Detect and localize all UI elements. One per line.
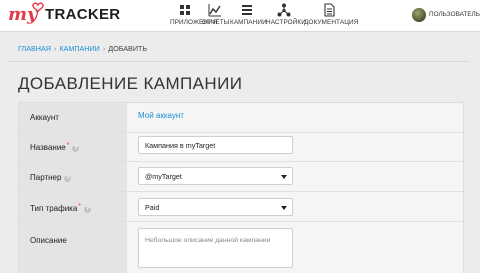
- traffic-type-label: Тип трафика: [30, 204, 78, 213]
- traffic-type-select[interactable]: Paid: [138, 198, 293, 216]
- form-label-cell: Аккаунт: [19, 103, 127, 132]
- help-icon[interactable]: ?: [84, 206, 92, 213]
- avatar: [412, 8, 426, 22]
- nav-label: ОТЧЁТЫ: [202, 19, 230, 26]
- page-title: ДОБАВЛЕНИЕ КАМПАНИИ: [18, 74, 243, 93]
- campaign-name-value: Кампания в myTarget: [145, 141, 216, 150]
- nav-label: ДОКУМЕНТАЦИЯ: [304, 19, 359, 26]
- logo-brand: TRACKER: [45, 6, 121, 23]
- help-icon[interactable]: ?: [72, 145, 80, 152]
- description-label: Описание: [30, 236, 67, 245]
- account-link[interactable]: Мой аккаунт: [138, 111, 184, 120]
- nav-item-apps[interactable]: ПРИЛОЖЕНИЯ: [170, 0, 218, 31]
- description-placeholder: Небольшое описание данной кампании: [145, 237, 271, 244]
- breadcrumb: ГЛАВНАЯ › КАМПАНИИ › ДОБАВИТЬ: [18, 44, 147, 53]
- chart-line-icon: [208, 4, 221, 17]
- partner-label: Партнер: [30, 173, 62, 182]
- form-row-account: Аккаунт Мой аккаунт: [19, 103, 463, 132]
- form-row-partner: Партнер? @myTarget: [19, 162, 463, 191]
- campaign-form: Аккаунт Мой аккаунт Название*? Кампания …: [18, 102, 464, 273]
- document-icon: [324, 3, 335, 17]
- heart-logo-icon: [32, 2, 44, 12]
- user-name: ПОЛЬЗОВАТЕЛЬ: [429, 11, 480, 18]
- form-row-traffic-type: Тип трафика*? Paid: [19, 192, 463, 221]
- traffic-type-value: Paid: [145, 203, 160, 212]
- breadcrumb-separator: ›: [102, 44, 106, 53]
- breadcrumb-current: ДОБАВИТЬ: [108, 44, 148, 53]
- nav-item-campaigns[interactable]: КАМПАНИИ: [230, 0, 267, 31]
- nav-label: НАСТРОЙКИ: [266, 19, 306, 26]
- nav-item-settings[interactable]: НАСТРОЙКИ: [266, 0, 306, 31]
- form-label-cell: Название*?: [19, 133, 127, 161]
- partner-value: @myTarget: [145, 172, 182, 181]
- form-label-cell: Тип трафика*?: [19, 192, 127, 221]
- partner-select[interactable]: @myTarget: [138, 167, 293, 185]
- user-menu[interactable]: ПОЛЬЗОВАТЕЛЬ: [412, 8, 480, 22]
- form-label-cell: Партнер?: [19, 162, 127, 191]
- required-asterisk: *: [66, 142, 70, 149]
- top-navigation-bar: my TRACKER ПРИЛОЖЕНИЯ ОТЧЁТЫ КАМПАНИИ НА…: [0, 0, 480, 32]
- network-icon: [277, 3, 291, 17]
- description-textarea[interactable]: Небольшое описание данной кампании: [138, 228, 293, 268]
- breadcrumb-separator: ›: [53, 44, 57, 53]
- breadcrumb-campaigns-link[interactable]: КАМПАНИИ: [59, 44, 99, 53]
- form-label-cell: Описание: [19, 222, 127, 273]
- apps-grid-icon: [180, 5, 190, 15]
- name-label-group: Название*?: [30, 142, 80, 152]
- partner-label-group: Партнер?: [30, 173, 72, 182]
- name-label: Название: [30, 143, 66, 152]
- help-icon[interactable]: ?: [64, 175, 72, 182]
- divider: [8, 61, 470, 62]
- traffic-type-label-group: Тип трафика*?: [30, 203, 92, 213]
- list-icon: [242, 5, 252, 15]
- chevron-down-icon: [281, 206, 287, 210]
- breadcrumb-home-link[interactable]: ГЛАВНАЯ: [18, 44, 51, 53]
- chevron-down-icon: [281, 175, 287, 179]
- account-label: Аккаунт: [30, 113, 59, 122]
- nav-label: ПРИЛОЖЕНИЯ: [170, 19, 218, 26]
- form-row-name: Название*? Кампания в myTarget: [19, 133, 463, 161]
- form-row-description: Описание Небольшое описание данной кампа…: [19, 222, 463, 273]
- nav-label: КАМПАНИИ: [230, 19, 267, 26]
- required-asterisk: *: [78, 203, 82, 210]
- campaign-name-input[interactable]: Кампания в myTarget: [138, 136, 293, 154]
- nav-item-reports[interactable]: ОТЧЁТЫ: [202, 0, 230, 31]
- nav-item-docs[interactable]: ДОКУМЕНТАЦИЯ: [304, 0, 359, 31]
